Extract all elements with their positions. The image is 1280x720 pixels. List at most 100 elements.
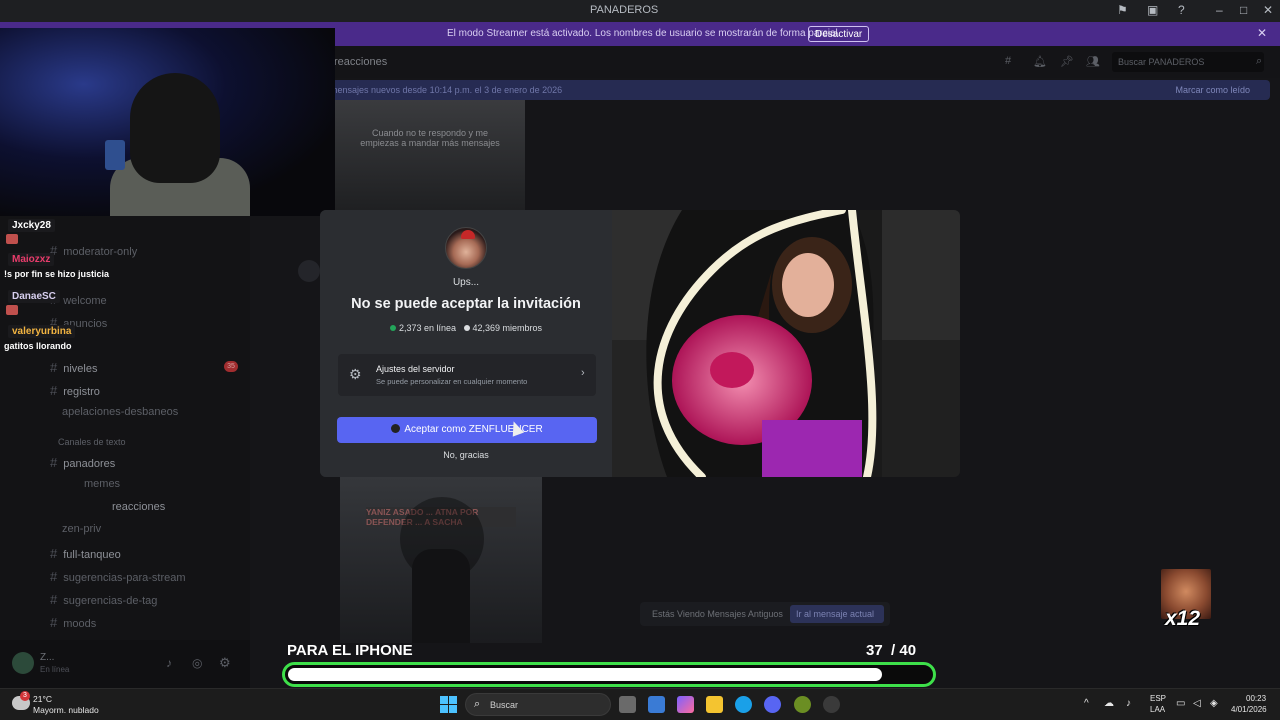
mic-tray-icon[interactable]: ♪ bbox=[1126, 698, 1131, 709]
volume-icon[interactable]: ◁ bbox=[1193, 698, 1201, 709]
obs-icon[interactable] bbox=[823, 696, 840, 713]
old-messages-bar: Estás Viendo Mensajes Antiguos Ir al men… bbox=[640, 602, 890, 626]
file-explorer-icon[interactable] bbox=[706, 696, 723, 713]
jump-to-present-button[interactable]: Ir al mensaje actual bbox=[790, 605, 884, 623]
goal-label: PARA EL IPHONE bbox=[287, 642, 413, 659]
server-stats: 2,373 en línea 42,369 miembros bbox=[320, 323, 612, 333]
members-dot-icon bbox=[463, 325, 470, 331]
network-icon[interactable]: ▭ bbox=[1176, 698, 1185, 709]
gear-icon: ⚙ bbox=[349, 366, 362, 382]
image-caption: Cuando no te respondo y me empiezas a ma… bbox=[360, 128, 500, 148]
help-icon[interactable]: ? bbox=[1178, 3, 1185, 17]
channel-label: panadores bbox=[63, 458, 116, 470]
banner-art bbox=[612, 210, 960, 477]
app-icon[interactable] bbox=[794, 696, 811, 713]
member-count: 42,369 miembros bbox=[472, 323, 543, 333]
user-name: Z... bbox=[40, 652, 55, 663]
channel-label: sugerencias-de-tag bbox=[63, 595, 158, 607]
goal-counter: 37 / 40 bbox=[866, 642, 916, 659]
taskbar-search[interactable]: ⌕ Buscar bbox=[465, 693, 611, 716]
onedrive-icon[interactable]: ☁ bbox=[1104, 698, 1114, 709]
weather-description[interactable]: Mayorm. nublado bbox=[33, 705, 99, 715]
edge-icon[interactable] bbox=[735, 696, 752, 713]
microphone-icon[interactable]: ♪ bbox=[166, 656, 172, 670]
inbox-icon[interactable]: ⚑ bbox=[1117, 3, 1128, 17]
search-input[interactable]: Buscar PANADEROS bbox=[1112, 52, 1264, 72]
category-header[interactable]: Canales de texto bbox=[58, 437, 126, 447]
taskbar-search-label: Buscar bbox=[490, 700, 519, 710]
channel-header: reacciones # 🔔︎ 📌︎ 👥︎ Buscar PANADEROS ⌕ bbox=[250, 46, 1280, 78]
user-status: En línea bbox=[40, 665, 70, 674]
accept-invite-button[interactable]: Aceptar como ZENFLUENCER bbox=[337, 417, 597, 443]
maximize-icon[interactable]: □ bbox=[1240, 3, 1247, 17]
video-person bbox=[412, 549, 470, 643]
chat-badge-icon bbox=[6, 234, 18, 244]
keyboard-language[interactable]: ESP bbox=[1150, 694, 1166, 703]
window-icon[interactable]: ▣ bbox=[1147, 3, 1158, 17]
clock-time[interactable]: 00:23 bbox=[1246, 694, 1266, 703]
sidebar-channel[interactable]: # sugerencias-para-stream bbox=[50, 569, 186, 584]
notifications-icon[interactable]: 🔔︎ bbox=[1033, 55, 1047, 68]
channel-label: registro bbox=[63, 386, 100, 398]
threads-icon[interactable]: # bbox=[1005, 55, 1011, 67]
close-icon[interactable]: ✕ bbox=[1263, 3, 1273, 17]
message-image[interactable]: Cuando no te respondo y me empiezas a ma… bbox=[335, 100, 525, 210]
channel-label: moods bbox=[63, 618, 97, 630]
chat-message: gatitos llorando bbox=[4, 341, 72, 351]
sidebar-channel[interactable]: zen-priv bbox=[62, 523, 101, 535]
goal-total: / 40 bbox=[891, 642, 917, 659]
channel-label: zen-priv bbox=[62, 523, 102, 535]
sidebar-channel[interactable]: # full-tanqueo bbox=[50, 546, 121, 561]
copilot-icon[interactable] bbox=[677, 696, 694, 713]
store-icon[interactable] bbox=[648, 696, 665, 713]
battery-icon[interactable]: ◈ bbox=[1210, 698, 1218, 709]
sidebar-channel[interactable]: # registro bbox=[50, 383, 100, 398]
pin-icon[interactable]: 📌︎ bbox=[1060, 55, 1074, 68]
settings-subtitle: Se puede personalizar en cualquier momen… bbox=[376, 377, 528, 386]
members-icon[interactable]: 👥︎ bbox=[1086, 55, 1100, 68]
chat-message: !s por fin se hizo justicia bbox=[4, 269, 110, 279]
unread-badge: 35 bbox=[224, 361, 238, 372]
clock-date[interactable]: 4/01/2026 bbox=[1231, 705, 1267, 714]
settings-title: Ajustes del servidor bbox=[376, 364, 455, 374]
discord-icon[interactable] bbox=[764, 696, 781, 713]
keyboard-layout[interactable]: LAA bbox=[1150, 705, 1165, 714]
headphones-icon[interactable]: ◎ bbox=[192, 656, 202, 670]
task-view-icon[interactable] bbox=[619, 696, 636, 713]
channel-label: memes bbox=[84, 478, 121, 490]
channel-name: reacciones bbox=[334, 56, 388, 68]
sidebar-channel[interactable]: # panadores bbox=[50, 455, 115, 470]
decline-button[interactable]: No, gracias bbox=[320, 450, 612, 460]
new-messages-text: mensajes nuevos desde 10:14 p.m. el 3 de… bbox=[330, 85, 563, 95]
new-messages-bar[interactable]: mensajes nuevos desde 10:14 p.m. el 3 de… bbox=[320, 80, 1270, 100]
minimize-icon[interactable]: – bbox=[1216, 3, 1223, 17]
user-panel: Z... En línea ♪ ◎ ⚙ bbox=[0, 640, 250, 688]
channel-label: full-tanqueo bbox=[63, 549, 121, 561]
window-titlebar: PANADEROS ⚑ ▣ ? – □ ✕ bbox=[0, 0, 1280, 22]
server-avatar bbox=[445, 227, 487, 269]
sidebar-channel[interactable]: apelaciones-desbaneos bbox=[62, 406, 178, 418]
weather-temperature[interactable]: 21°C bbox=[33, 694, 52, 704]
sidebar-channel-active[interactable]: reacciones bbox=[112, 501, 165, 513]
channel-label: niveles bbox=[63, 363, 98, 375]
video-thumbnail[interactable]: YANIZ ASADO ... ATNA POR DEFENDER ... A … bbox=[340, 477, 542, 643]
chevron-up-icon[interactable]: ^ bbox=[1084, 698, 1089, 709]
settings-gear-icon[interactable]: ⚙ bbox=[219, 655, 231, 671]
avatar[interactable] bbox=[12, 652, 34, 674]
channel-label: apelaciones-desbaneos bbox=[62, 406, 179, 418]
sidebar-channel[interactable]: memes bbox=[84, 478, 120, 490]
mark-read-button[interactable]: Marcar como leído bbox=[1175, 85, 1250, 95]
banner-close-icon[interactable]: ✕ bbox=[1257, 26, 1267, 40]
profile-mini-icon bbox=[391, 424, 401, 433]
invite-title: No se puede aceptar la invitación bbox=[351, 296, 581, 312]
invite-ups: Ups... bbox=[452, 277, 480, 288]
chevron-right-icon: › bbox=[581, 367, 585, 379]
deactivate-button[interactable]: Desactivar bbox=[808, 26, 870, 42]
sidebar-channel[interactable]: # niveles bbox=[50, 360, 97, 375]
server-settings-row[interactable]: ⚙ Ajustes del servidor Se puede personal… bbox=[338, 354, 596, 396]
sidebar-channel[interactable]: # moods bbox=[50, 615, 96, 630]
sidebar-channel[interactable]: # sugerencias-de-tag bbox=[50, 592, 157, 607]
search-icon: ⌕ bbox=[1256, 55, 1263, 67]
windows-start-icon[interactable] bbox=[440, 696, 457, 713]
banner-message: El modo Streamer está activado. Los nomb… bbox=[447, 28, 841, 39]
